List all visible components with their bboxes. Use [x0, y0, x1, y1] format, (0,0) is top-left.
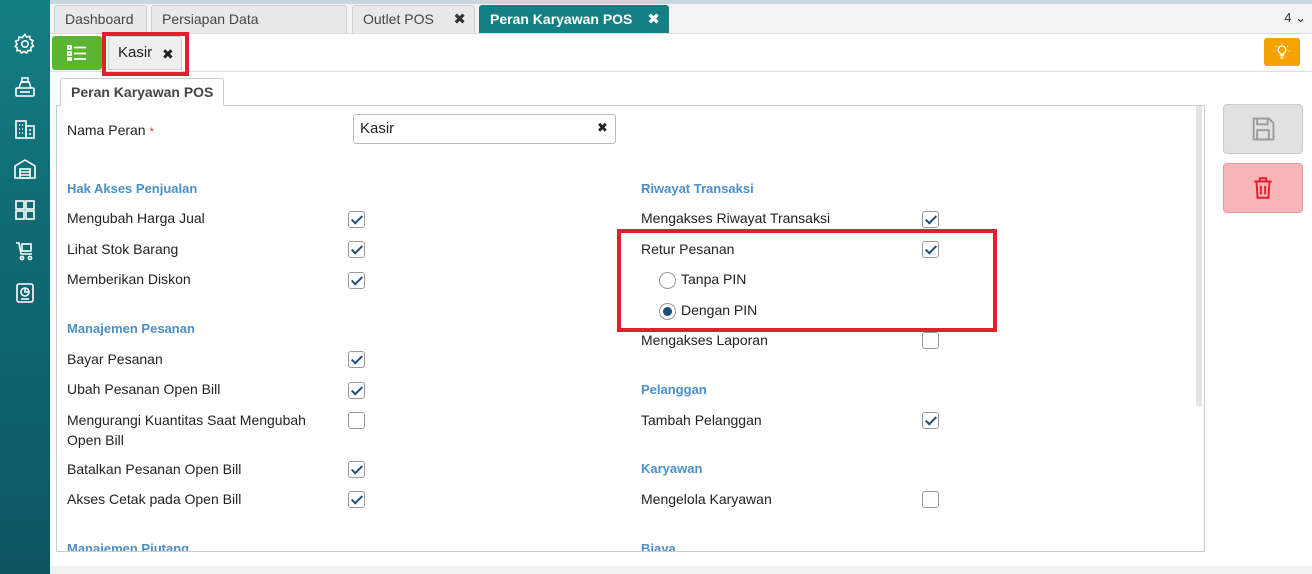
radio-tanpa-pin[interactable]: [659, 272, 676, 289]
tab-outlet-pos[interactable]: Outlet POS ✖: [352, 5, 475, 33]
required-mark: *: [149, 126, 154, 138]
perm-checkbox-batalkan-pesanan-open-bill[interactable]: [348, 461, 365, 478]
boxes-icon[interactable]: [12, 197, 38, 223]
clear-icon[interactable]: ✖: [597, 120, 608, 136]
section-manajemen-pesanan: Manajemen Pesanan: [67, 321, 195, 336]
warehouse-icon[interactable]: [12, 156, 38, 182]
perm-label: Batalkan Pesanan Open Bill: [67, 461, 242, 477]
perm-label: Mengelola Karyawan: [641, 491, 772, 507]
perm-label: Mengakses Laporan: [641, 332, 768, 348]
sub-toolbar: Kasir ✖: [50, 34, 1312, 72]
highlight-box-kasir: [102, 32, 189, 76]
gear-icon[interactable]: [12, 31, 38, 57]
cart-icon[interactable]: [12, 238, 38, 264]
perm-checkbox-memberikan-diskon[interactable]: [348, 272, 365, 289]
perm-checkbox-mengakses-laporan[interactable]: [922, 332, 939, 349]
perm-label: Bayar Pesanan: [67, 351, 163, 367]
cash-register-icon[interactable]: [12, 74, 38, 100]
radio-label: Dengan PIN: [681, 302, 758, 318]
perm-label: Mengubah Harga Jual: [67, 210, 205, 226]
close-icon[interactable]: ✖: [453, 6, 466, 33]
perm-checkbox-tambah-pelanggan[interactable]: [922, 412, 939, 429]
tab-label: Dashboard: [65, 11, 134, 27]
perm-checkbox-akses-cetak-open-bill[interactable]: [348, 491, 365, 508]
tab-dashboard[interactable]: Dashboard: [54, 5, 147, 33]
report-icon[interactable]: [12, 280, 38, 306]
form-panel: Nama Peran * Kasir ✖ Hak Akses Penjualan …: [56, 105, 1205, 552]
left-sidebar: [0, 0, 50, 574]
perm-label: Akses Cetak pada Open Bill: [67, 491, 242, 507]
perm-checkbox-mengakses-riwayat-transaksi[interactable]: [922, 211, 939, 228]
perm-checkbox-mengubah-harga-jual[interactable]: [348, 211, 365, 228]
perm-checkbox-bayar-pesanan[interactable]: [348, 351, 365, 368]
perm-checkbox-retur-pesanan[interactable]: [922, 241, 939, 258]
section-manajemen-piutang: Manajemen Piutang: [67, 541, 190, 552]
perm-label: Memberikan Diskon: [67, 271, 191, 287]
tab-label: Peran Karyawan POS: [490, 11, 633, 27]
section-pelanggan: Pelanggan: [641, 382, 707, 397]
perm-checkbox-ubah-pesanan-open-bill[interactable]: [348, 382, 365, 399]
nama-peran-input[interactable]: Kasir: [353, 114, 616, 144]
list-icon: [67, 45, 86, 61]
section-riwayat-transaksi: Riwayat Transaksi: [641, 181, 754, 196]
section-karyawan: Karyawan: [641, 461, 703, 476]
save-icon: [1252, 117, 1275, 141]
perm-label: Lihat Stok Barang: [67, 241, 179, 257]
lightbulb-button[interactable]: [1264, 38, 1300, 66]
trash-icon: [1254, 177, 1272, 199]
top-tab-bar: Dashboard Persiapan Data Perusahaan Outl…: [50, 4, 1312, 54]
building-icon[interactable]: [12, 116, 38, 142]
bottom-strip: [50, 566, 1312, 574]
tab-persiapan-data-perusahaan[interactable]: Persiapan Data Perusahaan: [151, 5, 347, 54]
section-hak-akses-penjualan: Hak Akses Penjualan: [67, 181, 198, 196]
tab-count: 4: [1284, 10, 1292, 25]
tab-count-dropdown[interactable]: 4 ⌄: [1284, 10, 1306, 26]
radio-dengan-pin[interactable]: [659, 303, 676, 320]
tab-label: Outlet POS: [363, 11, 434, 27]
perm-label: Mengurangi Kuantitas Saat Mengubah: [67, 412, 306, 428]
radio-label: Tanpa PIN: [681, 271, 747, 287]
perm-label-line2: Open Bill: [67, 432, 124, 448]
perm-label: Tambah Pelanggan: [641, 412, 762, 428]
nama-peran-label: Nama Peran *: [67, 122, 154, 138]
tab-peran-karyawan-pos[interactable]: Peran Karyawan POS ✖: [479, 5, 669, 33]
delete-button[interactable]: [1223, 163, 1303, 213]
chevron-down-icon: ⌄: [1295, 10, 1306, 25]
perm-label: Ubah Pesanan Open Bill: [67, 381, 221, 397]
menu-list-button[interactable]: [52, 36, 102, 70]
panel-tab[interactable]: Peran Karyawan POS: [60, 78, 225, 106]
section-biaya: Biaya: [641, 541, 676, 552]
perm-checkbox-mengurangi-kuantitas[interactable]: [348, 412, 365, 429]
scrollbar[interactable]: [1196, 106, 1202, 406]
save-button[interactable]: [1223, 104, 1303, 154]
perm-label: Mengakses Riwayat Transaksi: [641, 210, 831, 226]
close-icon[interactable]: ✖: [647, 6, 660, 33]
perm-checkbox-mengelola-karyawan[interactable]: [922, 491, 939, 508]
perm-label: Retur Pesanan: [641, 241, 735, 257]
perm-checkbox-lihat-stok-barang[interactable]: [348, 241, 365, 258]
lightbulb-icon: [1274, 43, 1290, 59]
